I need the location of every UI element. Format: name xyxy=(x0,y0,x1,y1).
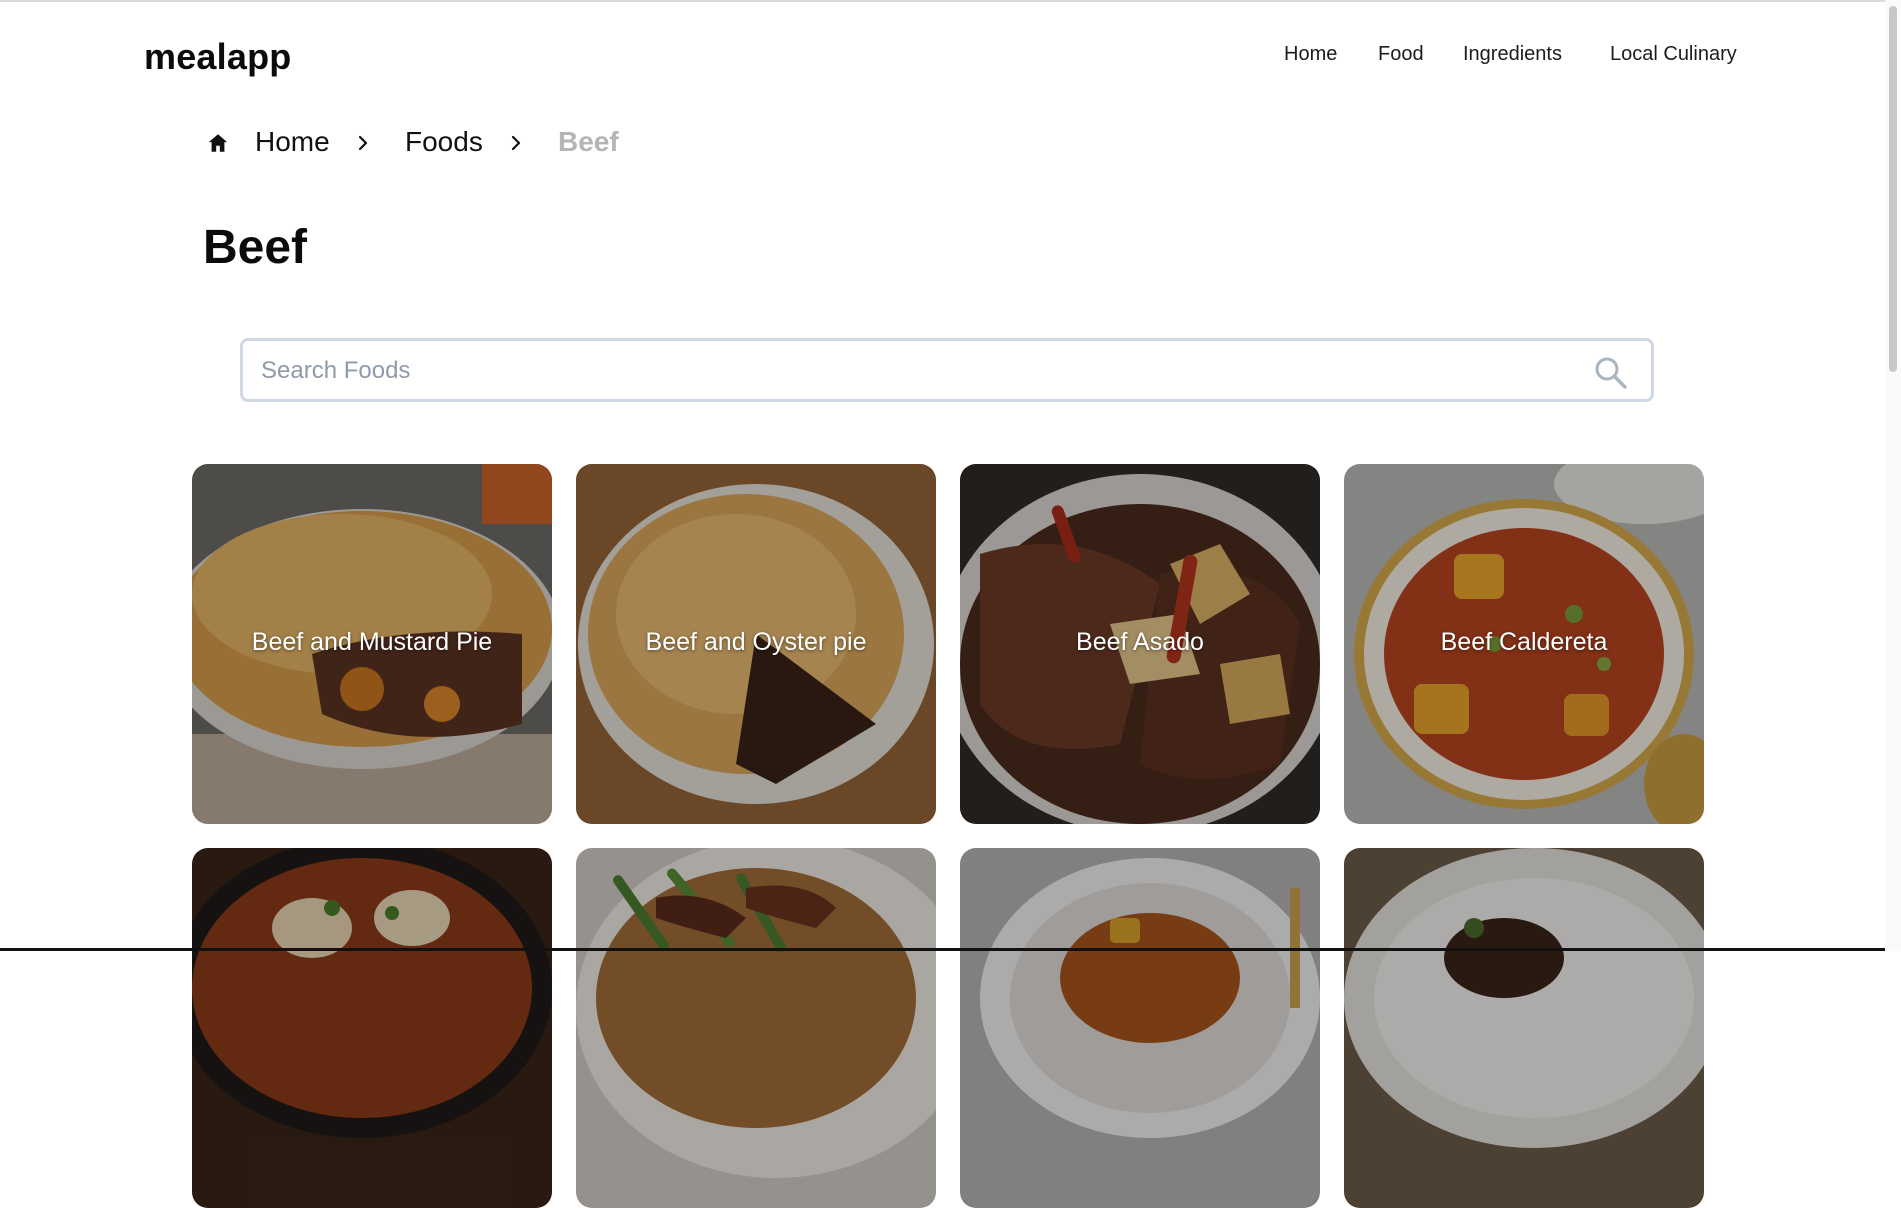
search-icon[interactable] xyxy=(1593,355,1629,391)
scrollbar-thumb[interactable] xyxy=(1889,6,1897,372)
food-card[interactable]: Beef Caldereta xyxy=(1344,464,1704,824)
scrollbar[interactable] xyxy=(1885,0,1901,951)
food-name: Beef and Oyster pie xyxy=(645,628,867,656)
nav-food[interactable]: Food xyxy=(1378,43,1424,66)
chevron-right-icon xyxy=(511,135,521,151)
food-card[interactable] xyxy=(576,848,936,1208)
nav-home[interactable]: Home xyxy=(1284,43,1337,66)
chevron-right-icon xyxy=(358,135,368,151)
search-input[interactable] xyxy=(259,351,1563,391)
food-card[interactable]: Beef and Mustard Pie xyxy=(192,464,552,824)
breadcrumb-current: Beef xyxy=(558,126,619,157)
food-card[interactable] xyxy=(1344,848,1704,1208)
image-overlay xyxy=(192,848,552,1208)
main-nav: Home Food Ingredients Local Culinary xyxy=(0,43,1901,73)
breadcrumb-foods[interactable]: Foods xyxy=(405,126,483,158)
image-overlay xyxy=(576,848,936,1208)
search-box xyxy=(240,338,1654,402)
page-title: Beef xyxy=(203,221,308,274)
nav-ingredients[interactable]: Ingredients xyxy=(1463,43,1562,66)
nav-local-culinary[interactable]: Local Culinary xyxy=(1610,43,1737,66)
home-icon[interactable] xyxy=(207,132,229,154)
image-overlay xyxy=(1344,848,1704,1208)
food-name: Beef and Mustard Pie xyxy=(251,628,493,656)
breadcrumb-home[interactable]: Home xyxy=(255,126,330,158)
food-name: Beef Caldereta xyxy=(1440,628,1608,656)
food-card[interactable]: Beef and Oyster pie xyxy=(576,464,936,824)
food-card[interactable]: Beef Asado xyxy=(960,464,1320,824)
image-overlay xyxy=(960,848,1320,1208)
food-card[interactable] xyxy=(960,848,1320,1208)
food-card[interactable] xyxy=(192,848,552,1208)
top-border xyxy=(0,0,1901,2)
food-name: Beef Asado xyxy=(1076,628,1204,656)
